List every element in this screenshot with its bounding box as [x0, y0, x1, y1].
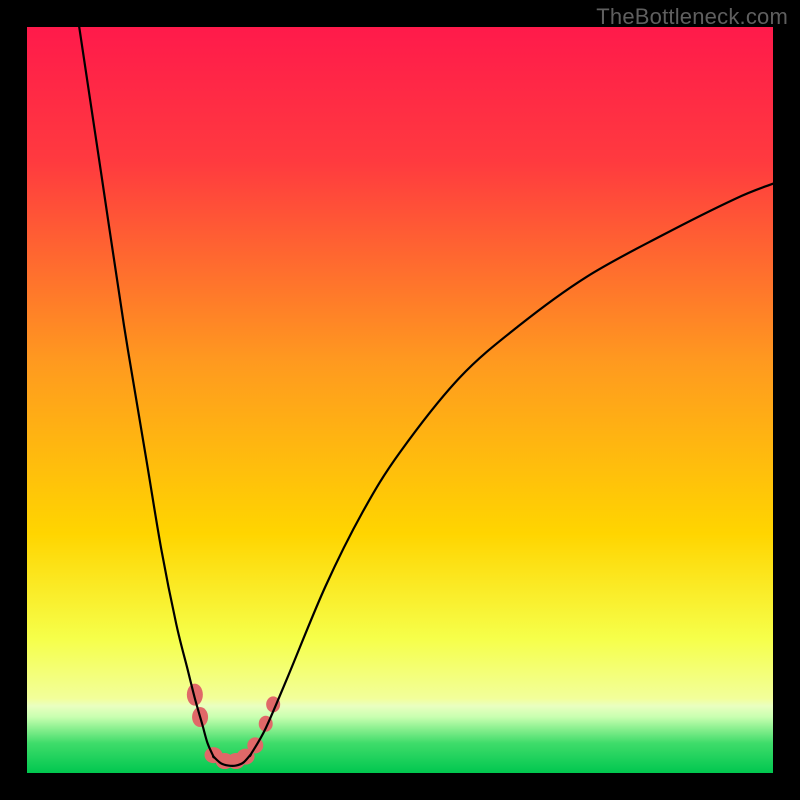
chart-plot-area	[27, 27, 773, 773]
outer-frame: TheBottleneck.com	[0, 0, 800, 800]
chart-background	[27, 27, 773, 773]
chart-svg	[27, 27, 773, 773]
